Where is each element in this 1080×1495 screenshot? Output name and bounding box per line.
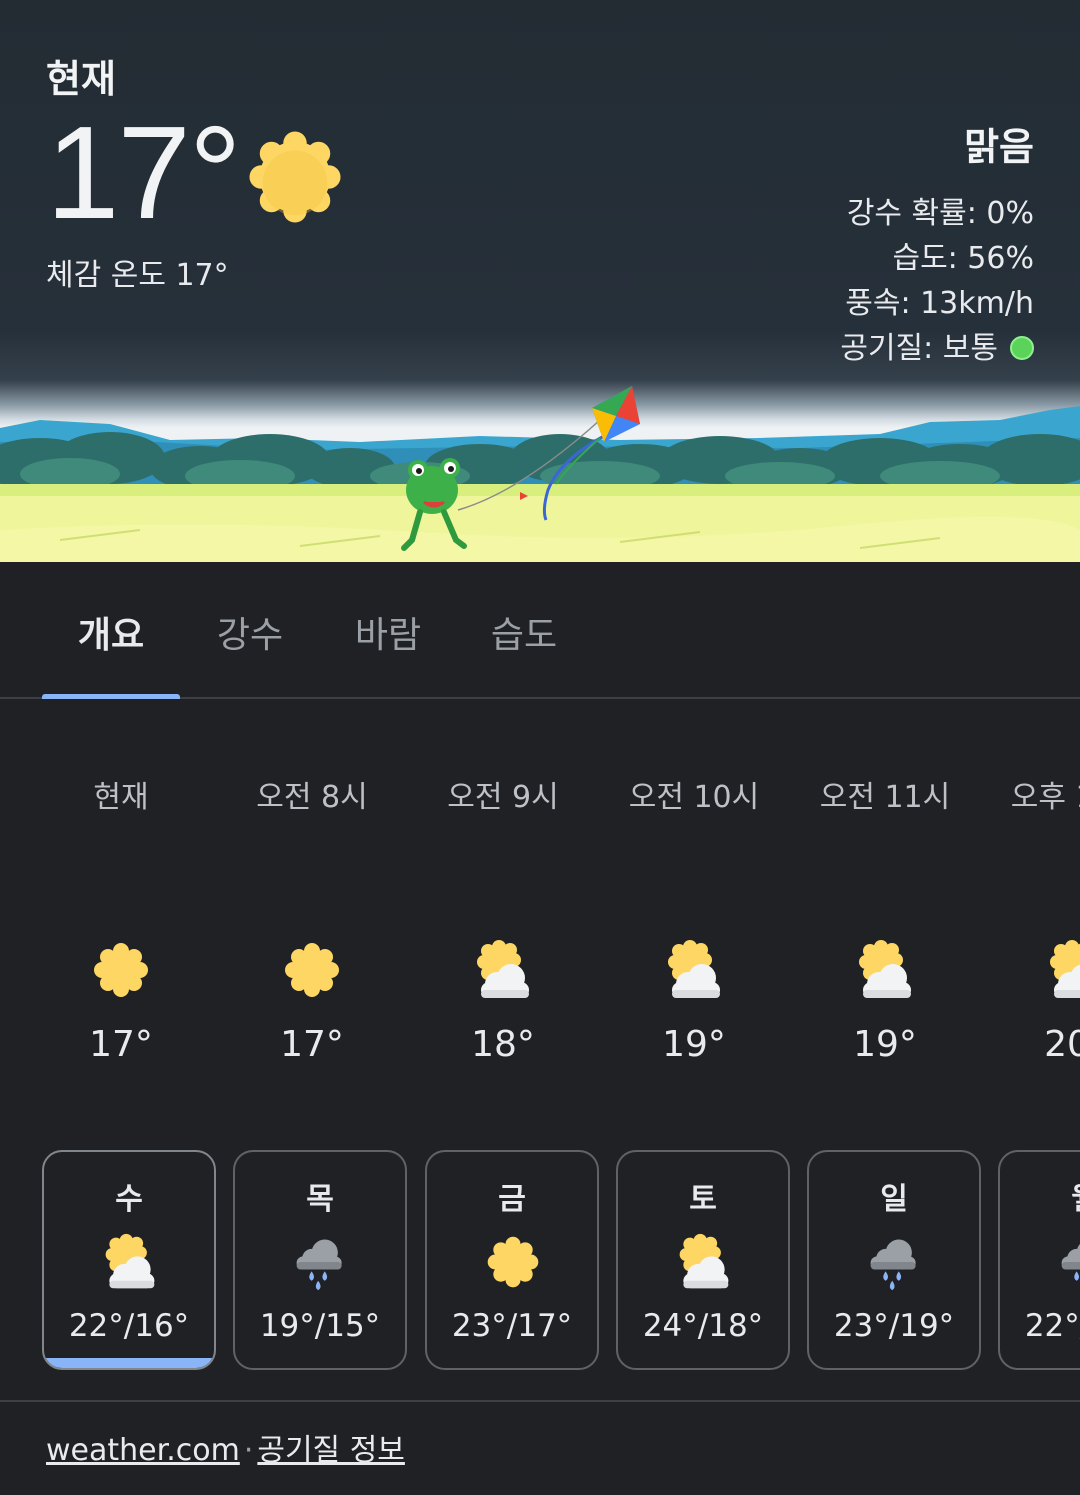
hour-time: 오전 9시 [447, 780, 559, 815]
footer-separator: · [243, 1433, 254, 1468]
day-temps: 23°/19° [833, 1308, 955, 1344]
rain-icon [291, 1232, 351, 1292]
hour-time: 오전 10시 [628, 780, 760, 815]
wind-speed: 풍속: 13km/h [845, 286, 1034, 321]
active-tab-indicator [42, 694, 180, 699]
hour-time: 오후 12시 [1010, 780, 1080, 815]
day-temps: 19°/15° [259, 1308, 381, 1344]
precip-chance: 강수 확률: 0% [846, 196, 1034, 231]
day-name: 월 [1000, 1174, 1080, 1218]
hour-time: 오전 8시 [256, 780, 368, 815]
partly-cloudy-icon [662, 938, 726, 1002]
hour-temp: 17° [280, 1024, 344, 1065]
day-temps: 22°/16° [68, 1308, 190, 1344]
hour-time: 오전 11시 [819, 780, 951, 815]
day-name: 목 [306, 1182, 334, 1217]
footer-links: weather.com · 공기질 정보 [46, 1425, 405, 1469]
partly-cloudy-icon [471, 938, 535, 1002]
tab-wind[interactable]: 바람 [334, 606, 442, 699]
day-card[interactable]: 토 24°/18° [616, 1150, 790, 1370]
day-card[interactable]: 목 19°/15° [233, 1150, 407, 1370]
rain-icon [865, 1232, 925, 1292]
current-temp-row: 17° [46, 99, 342, 246]
current-label: 현재 [46, 57, 116, 101]
sunny-icon [249, 131, 341, 223]
day-name: 일 [880, 1182, 908, 1217]
day-name: 수 [115, 1182, 143, 1217]
forecast-tabs: 개요 강수 바람 습도 [0, 562, 1080, 699]
tab-overview[interactable]: 개요 [42, 606, 180, 699]
day-card[interactable]: 일 23°/19° [807, 1150, 981, 1370]
air-quality-indicator-icon [1010, 336, 1034, 360]
sunny-icon [483, 1232, 543, 1292]
sunny-icon [280, 938, 344, 1002]
humidity: 습도: 56% [892, 241, 1034, 276]
partly-cloudy-icon [674, 1232, 734, 1292]
kite [592, 386, 640, 442]
tab-humidity[interactable]: 습도 [470, 606, 578, 699]
current-temperature: 17° [46, 99, 242, 246]
current-weather-hero: 현재 17° 체감 온도 17° 맑음 강수 확률: 0% 습도: 56% 풍속… [0, 0, 1080, 562]
sunny-icon [89, 938, 153, 1002]
feels-like: 체감 온도 17° [46, 258, 229, 293]
day-card[interactable]: 수 22°/16° [42, 1150, 216, 1370]
day-card[interactable]: 금 23°/17° [425, 1150, 599, 1370]
partly-cloudy-icon [1044, 938, 1080, 1002]
day-temps: 22°/16° [1024, 1308, 1080, 1344]
hour-temp: 17° [89, 1024, 153, 1065]
air-quality-info-link[interactable]: 공기질 정보 [257, 1433, 405, 1468]
hour-time: 현재 [93, 780, 149, 815]
selected-day-indicator [44, 1358, 214, 1368]
daily-forecast[interactable]: 수 22°/16° 목 19°/15° 금 23°/17° 토 24°/18° … [0, 1150, 1080, 1372]
partly-cloudy-icon [853, 938, 917, 1002]
hour-temp: 19° [853, 1024, 917, 1065]
hour-temp: 19° [662, 1024, 726, 1065]
air-quality-row: 공기질: 보통 [840, 326, 1034, 371]
day-card[interactable]: 월 22°/16° [998, 1150, 1080, 1370]
day-temps: 24°/18° [642, 1308, 764, 1344]
weather-illustration [0, 386, 1080, 562]
day-temps: 23°/17° [451, 1308, 573, 1344]
partly-cloudy-icon [100, 1232, 160, 1292]
rain-icon [1056, 1232, 1080, 1292]
hour-temp: 18° [471, 1024, 535, 1065]
footer-divider [0, 1400, 1080, 1402]
weather-com-link[interactable]: weather.com [46, 1433, 240, 1468]
day-name: 토 [689, 1182, 717, 1217]
conditions-panel: 맑음 강수 확률: 0% 습도: 56% 풍속: 13km/h 공기질: 보통 [840, 116, 1034, 371]
hour-temp: 20° [1044, 1024, 1080, 1065]
air-quality: 공기질: 보통 [840, 331, 998, 366]
day-name: 금 [498, 1182, 526, 1217]
condition-text: 맑음 [964, 125, 1034, 169]
hourly-forecast[interactable]: 현재 17° 오전 8시 17° 오전 9시 18° 오전 10시 19° 오전… [0, 700, 1080, 1120]
tab-precipitation[interactable]: 강수 [196, 606, 304, 699]
